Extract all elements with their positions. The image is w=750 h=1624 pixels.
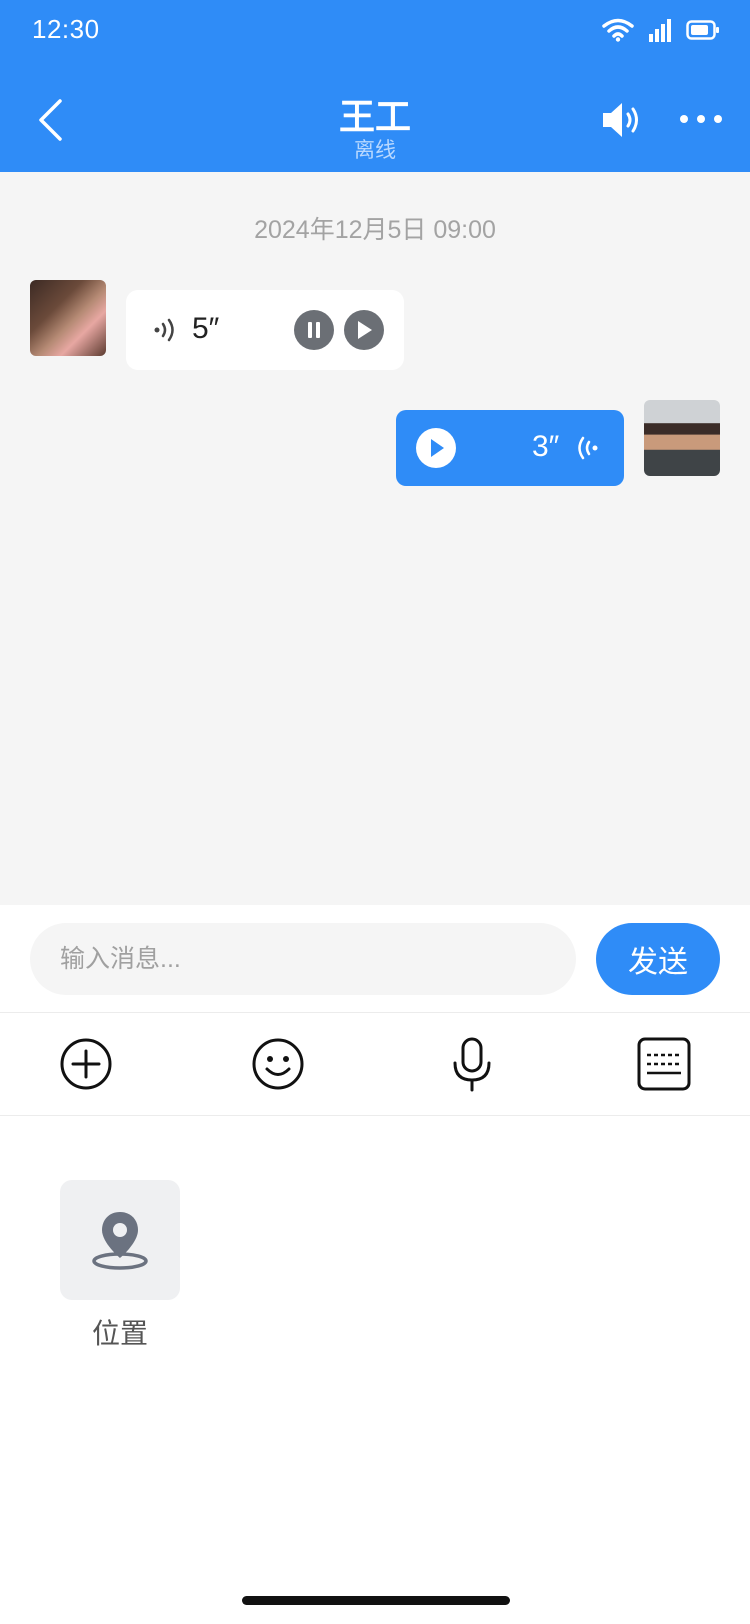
- plus-circle-icon[interactable]: [58, 1036, 114, 1092]
- contact-avatar[interactable]: [30, 280, 106, 356]
- play-icon: [431, 439, 444, 457]
- attachment-panel: 位置: [0, 1116, 750, 1624]
- location-button[interactable]: [60, 1180, 180, 1300]
- more-button[interactable]: [678, 104, 724, 134]
- more-dots-icon: [680, 115, 722, 123]
- send-button[interactable]: 发送: [596, 923, 720, 995]
- message-input[interactable]: [30, 923, 576, 995]
- voice-wave-icon: [574, 434, 600, 467]
- speaker-icon: [603, 103, 638, 137]
- chat-area[interactable]: 2024年12月5日 09:00 5″ 3″: [0, 172, 750, 905]
- pause-icon: [308, 322, 320, 338]
- voice-wave-icon: [152, 316, 178, 349]
- wifi-icon: [602, 18, 634, 47]
- microphone-icon[interactable]: [444, 1036, 500, 1092]
- play-button[interactable]: [416, 428, 456, 468]
- message-timestamp: 2024年12月5日 09:00: [254, 216, 496, 244]
- user-avatar[interactable]: [644, 400, 720, 476]
- keyboard-icon[interactable]: [636, 1036, 692, 1092]
- voice-message-sent[interactable]: 3″: [396, 410, 624, 486]
- pause-button[interactable]: [294, 310, 334, 350]
- location-label: 位置: [91, 1318, 148, 1349]
- top-bar: 12:30 王工 离线: [0, 0, 750, 172]
- composer-bar: 发送: [0, 905, 750, 1013]
- voice-duration: 3″: [532, 430, 560, 463]
- play-icon: [358, 321, 372, 339]
- home-indicator[interactable]: [242, 1596, 510, 1605]
- battery-icon: [686, 18, 720, 47]
- status-time: 12:30: [32, 14, 100, 44]
- voice-message-received[interactable]: 5″: [126, 290, 404, 370]
- status-icons: [602, 18, 720, 47]
- speaker-button[interactable]: [600, 98, 644, 142]
- location-pin-icon: [92, 1212, 148, 1270]
- signal-icon: [648, 18, 672, 47]
- emoji-icon[interactable]: [250, 1036, 306, 1092]
- toolbar: [0, 1014, 750, 1116]
- voice-duration: 5″: [192, 312, 220, 345]
- play-button[interactable]: [344, 310, 384, 350]
